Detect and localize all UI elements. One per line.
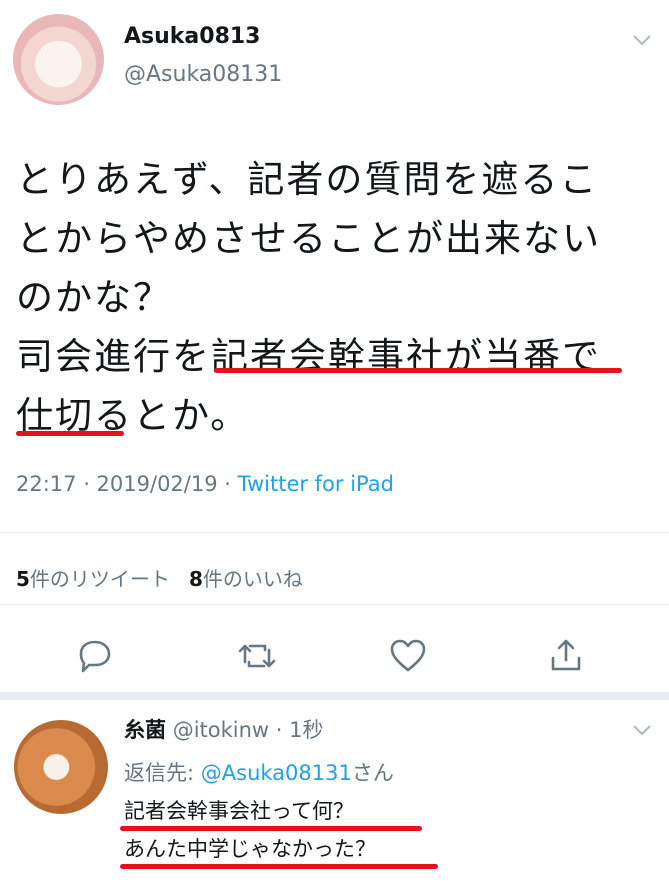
- like-count[interactable]: 8: [189, 567, 203, 591]
- retweet-label[interactable]: 件のリツイート: [30, 567, 170, 591]
- divider: [0, 532, 669, 533]
- like-label[interactable]: 件のいいね: [203, 567, 303, 591]
- chevron-down-icon[interactable]: [632, 28, 652, 53]
- tweet-meta: 22:17 · 2019/02/19 · Twitter for iPad: [16, 472, 394, 496]
- replying-to: 返信先: @Asuka08131さん: [124, 757, 394, 787]
- reply-display-name[interactable]: 糸菌: [124, 718, 166, 742]
- user-handle[interactable]: @Asuka08131: [124, 62, 282, 87]
- replying-to-handle[interactable]: @Asuka08131: [201, 761, 352, 785]
- section-divider: [0, 692, 669, 700]
- share-button[interactable]: [544, 634, 588, 678]
- client-link[interactable]: Twitter for iPad: [238, 472, 394, 496]
- display-name[interactable]: Asuka0813: [124, 24, 261, 49]
- chevron-down-icon[interactable]: [632, 718, 652, 743]
- retweet-count[interactable]: 5: [16, 567, 30, 591]
- share-icon: [551, 639, 581, 671]
- replying-to-suffix: さん: [351, 761, 394, 785]
- red-underline: [16, 431, 124, 436]
- replying-to-label: 返信先:: [124, 761, 201, 785]
- red-underline: [214, 368, 622, 373]
- avatar[interactable]: [13, 14, 104, 105]
- heart-icon: [390, 639, 426, 672]
- timestamp: 22:17 · 2019/02/19 ·: [16, 472, 238, 496]
- reply-button[interactable]: [73, 634, 117, 678]
- divider: [0, 604, 669, 605]
- red-underline: [120, 864, 438, 869]
- reply-avatar[interactable]: [14, 720, 108, 814]
- reply-header: 糸菌 @itokinw · 1秒: [124, 714, 323, 744]
- red-underline: [120, 826, 422, 831]
- reply-handle-time[interactable]: @itokinw · 1秒: [173, 718, 324, 742]
- tweet-text: とりあえず、記者の質問を遮るこ とからやめさせることが出来ない のかな？ 司会進…: [16, 158, 601, 437]
- retweet-icon: [238, 644, 276, 668]
- retweet-button[interactable]: [235, 634, 279, 678]
- like-button[interactable]: [386, 634, 430, 678]
- comment-icon: [79, 640, 111, 673]
- tweet-stats: 5件のリツイート 8件のいいね: [16, 563, 303, 592]
